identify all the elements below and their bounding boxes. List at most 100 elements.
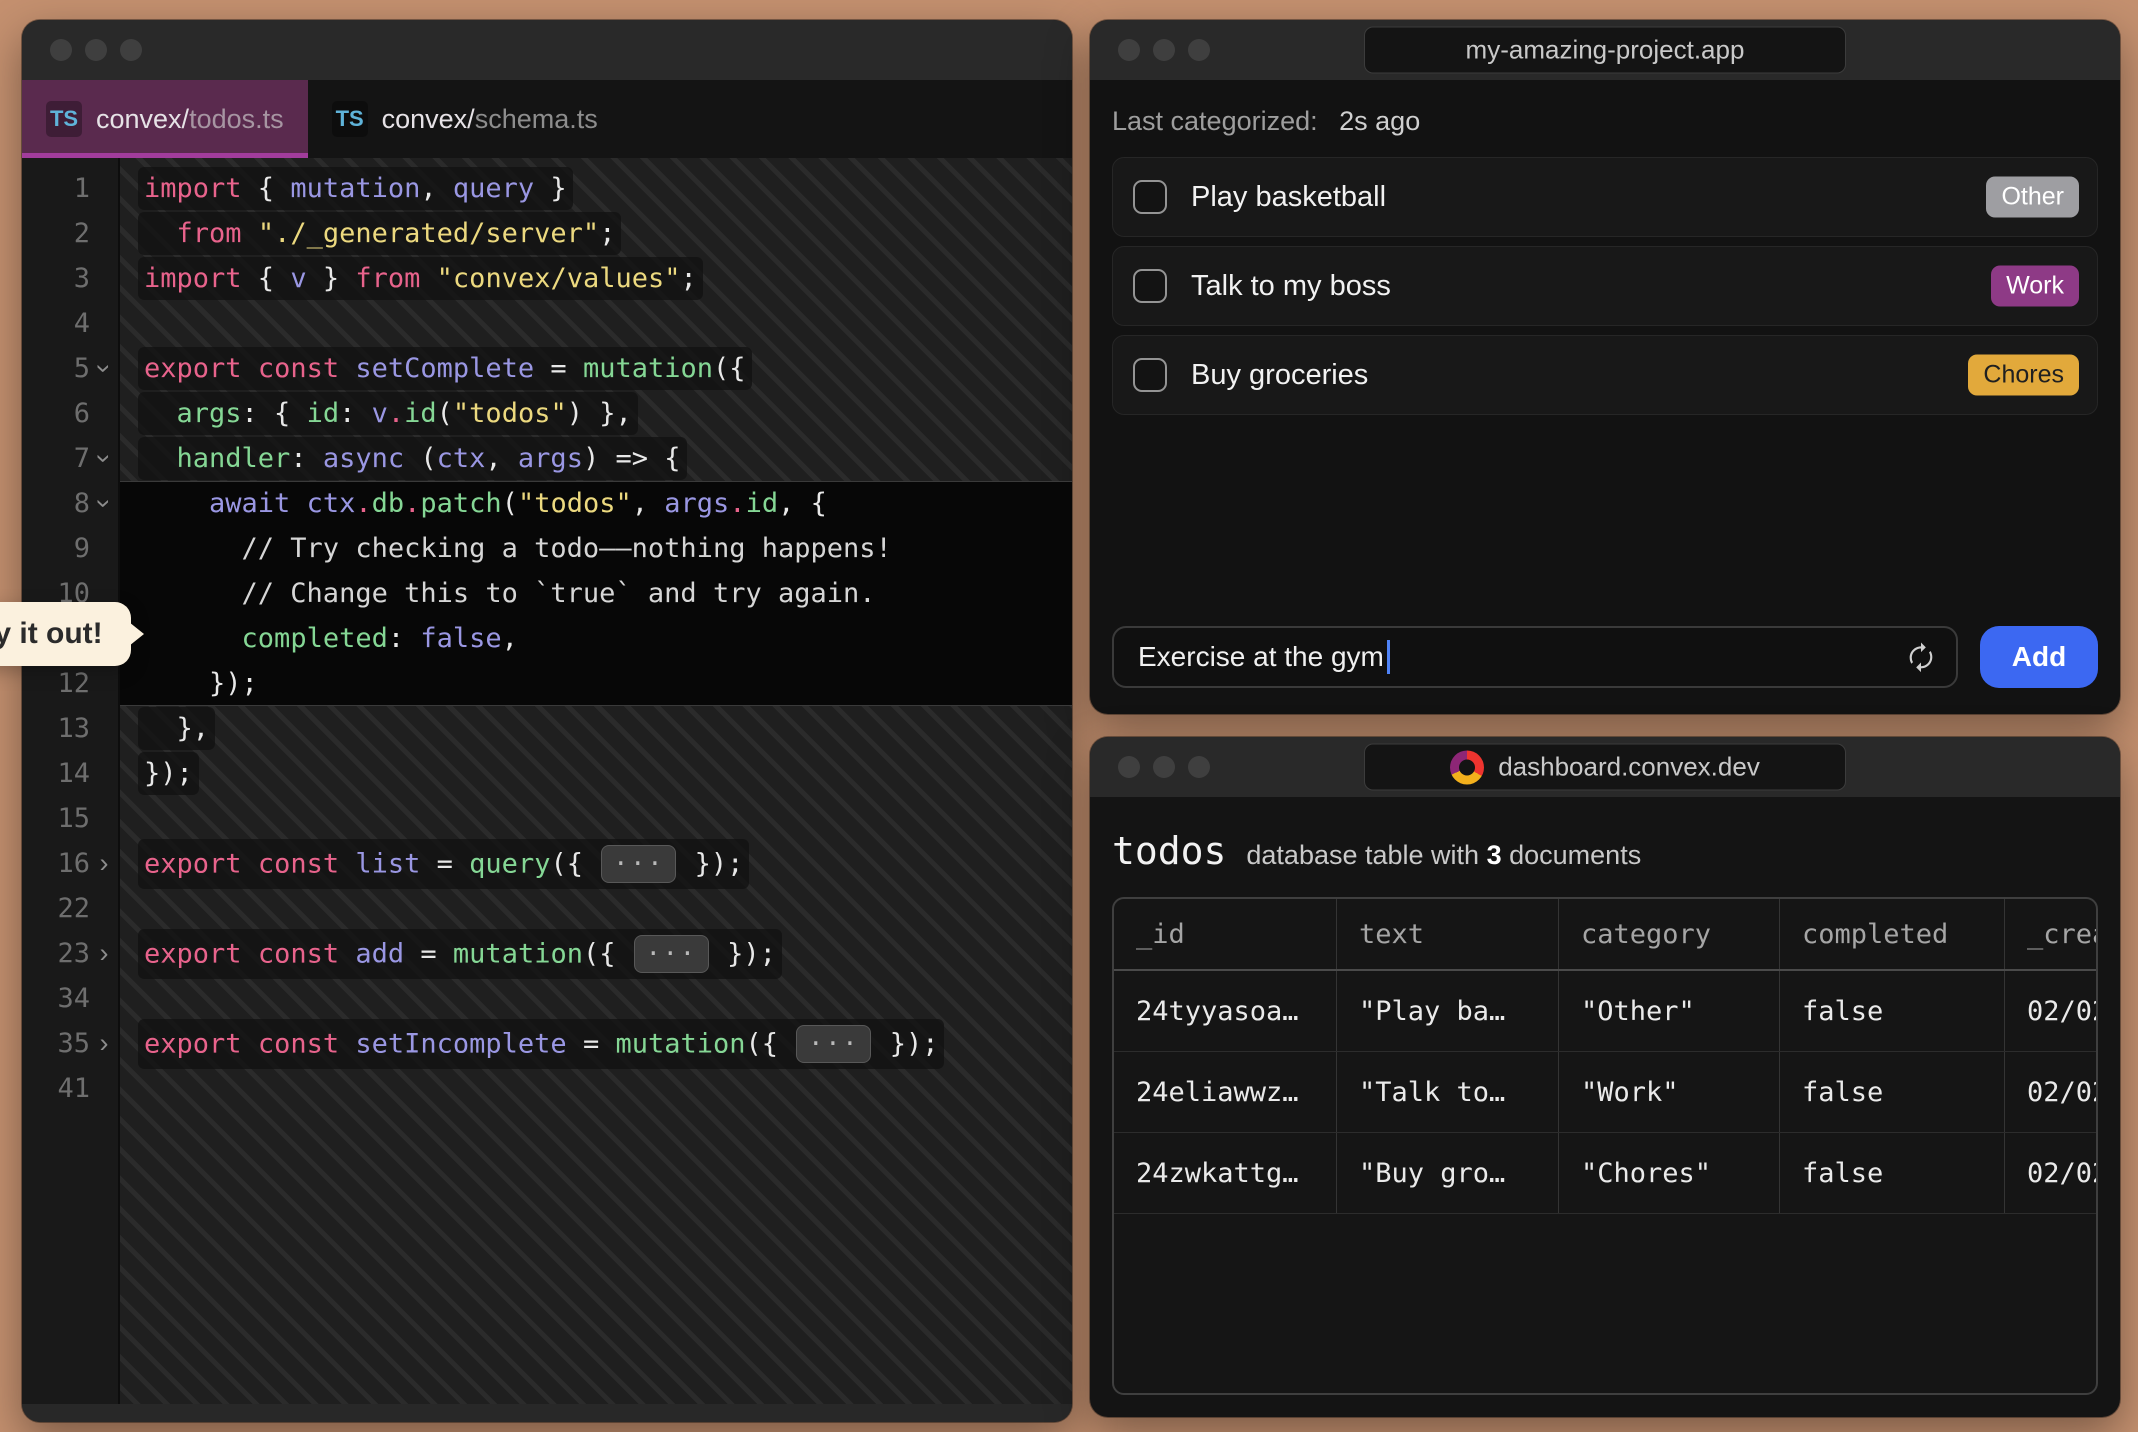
line-number: 16: [22, 848, 90, 879]
table-row[interactable]: 24zwkattg…"Buy gro…"Chores"false02/02/20…: [1114, 1133, 2096, 1214]
code-line: 9 // Try checking a todo——nothing happen…: [22, 526, 1072, 571]
code-text: import { mutation, query }: [144, 173, 567, 204]
code-text: args: { id: v.id("todos") },: [144, 398, 632, 429]
column-header: _id: [1114, 899, 1337, 969]
line-number: 7: [22, 443, 90, 474]
code-line: 5›export const setComplete = mutation({: [22, 346, 1072, 391]
code-text: });: [144, 758, 193, 789]
code-text: export const setIncomplete = mutation({ …: [144, 1025, 938, 1063]
code-line: 23›export const add = mutation({ ··· });: [22, 931, 1072, 976]
column-header: text: [1337, 899, 1559, 969]
table-heading: todos database table with 3 documents: [1112, 829, 2098, 873]
table-cell: false: [1780, 1052, 2005, 1132]
todo-text: Play basketball: [1191, 181, 1386, 214]
dashboard-url: dashboard.convex.dev: [1498, 752, 1760, 783]
column-header: category: [1559, 899, 1780, 969]
last-categorized-label: Last categorized:: [1112, 106, 1318, 136]
fold-open-icon[interactable]: ›: [89, 490, 120, 518]
documents-table[interactable]: _idtextcategorycompleted_creationTime24t…: [1112, 897, 2098, 1395]
code-text: },: [144, 713, 209, 744]
line-number: 4: [22, 308, 90, 339]
app-title: my-amazing-project.app: [1466, 35, 1745, 66]
code-text: completed: false,: [144, 623, 518, 654]
close-window-icon[interactable]: [1118, 39, 1140, 61]
close-window-icon[interactable]: [1118, 756, 1140, 778]
todo-item[interactable]: Talk to my boss Work: [1112, 246, 2098, 326]
line-number: 8: [22, 488, 90, 519]
code-line: 22: [22, 886, 1072, 931]
convex-dashboard-window: dashboard.convex.dev todos database tabl…: [1090, 737, 2120, 1417]
table-cell: 24tyyasoa…: [1114, 971, 1337, 1051]
fold-closed-icon[interactable]: ›: [90, 848, 118, 879]
todo-item[interactable]: Buy groceriesChores: [1112, 335, 2098, 415]
todo-text: Talk to my boss: [1191, 270, 1391, 303]
todo-checkbox[interactable]: [1133, 269, 1167, 303]
new-todo-input[interactable]: Exercise at the gym: [1112, 626, 1958, 688]
close-window-icon[interactable]: [50, 39, 72, 61]
code-text: export const add = mutation({ ··· });: [144, 935, 776, 973]
code-line: 11 completed: false,: [22, 616, 1072, 661]
line-number: 6: [22, 398, 90, 429]
table-empty-area: [1114, 1214, 2096, 1393]
minimize-window-icon[interactable]: [85, 39, 107, 61]
app-title-pill: my-amazing-project.app: [1364, 27, 1846, 74]
table-row[interactable]: 24eliawwz…"Talk to…"Work"false02/02/20…: [1114, 1052, 2096, 1133]
line-number: 41: [22, 1073, 90, 1104]
fold-open-icon[interactable]: ›: [89, 445, 120, 473]
code-line: 16› export const list = query({ ··· });: [22, 841, 1072, 886]
line-number: 9: [22, 533, 90, 564]
code-line: 7› handler: async (ctx, args) => {: [22, 436, 1072, 481]
code-line: 41: [22, 1066, 1072, 1111]
code-text: import { v } from "convex/values";: [144, 263, 697, 294]
last-categorized-status: Last categorized: 2s ago: [1112, 106, 2098, 137]
fold-closed-icon[interactable]: ›: [90, 938, 118, 969]
fold-closed-icon[interactable]: ›: [90, 1028, 118, 1059]
minimize-window-icon[interactable]: [1153, 756, 1175, 778]
line-number: 3: [22, 263, 90, 294]
line-number: 34: [22, 983, 90, 1014]
code-line: 34: [22, 976, 1072, 1021]
try-it-out-tooltip: Try it out!: [0, 602, 131, 666]
editor-statusbar: [22, 1404, 1072, 1422]
table-cell: 02/02/20…: [2005, 971, 2096, 1051]
folded-code-pill[interactable]: ···: [634, 935, 709, 973]
document-count: 3: [1487, 840, 1502, 870]
table-cell: "Chores": [1559, 1133, 1780, 1213]
todo-app-window: my-amazing-project.app Last categorized:…: [1090, 20, 2120, 714]
tab-convex-schema[interactable]: TS convex/schema.ts: [308, 80, 622, 158]
code-line: 2 from "./_generated/server";: [22, 211, 1072, 256]
minimize-window-icon[interactable]: [1153, 39, 1175, 61]
new-todo-row: Exercise at the gym Add: [1112, 626, 2098, 688]
dashboard-url-pill: dashboard.convex.dev: [1364, 744, 1846, 791]
fold-open-icon[interactable]: ›: [89, 355, 120, 383]
code-line: 14});: [22, 751, 1072, 796]
code-area[interactable]: 1import { mutation, query }2 from "./_ge…: [22, 158, 1072, 1404]
convex-logo-icon: [1450, 750, 1484, 784]
code-editor-window: TS convex/todos.ts TS convex/schema.ts 1…: [22, 20, 1072, 1422]
code-lines: 1import { mutation, query }2 from "./_ge…: [22, 166, 1072, 1111]
add-todo-button[interactable]: Add: [1980, 626, 2098, 688]
category-badge: Work: [1991, 266, 2079, 307]
table-cell: "Talk to…: [1337, 1052, 1559, 1132]
table-row[interactable]: 24tyyasoa…"Play ba…"Other"false02/02/20…: [1114, 971, 2096, 1052]
code-line: 13 },: [22, 706, 1072, 751]
code-line: 1import { mutation, query }: [22, 166, 1072, 211]
table-cell: "Other": [1559, 971, 1780, 1051]
typescript-file-icon: TS: [332, 101, 368, 137]
todo-checkbox[interactable]: [1133, 358, 1167, 392]
todo-app-titlebar: my-amazing-project.app: [1090, 20, 2120, 80]
category-badge: Other: [1986, 177, 2079, 218]
maximize-window-icon[interactable]: [1188, 756, 1210, 778]
todo-item[interactable]: Play basketball Other: [1112, 157, 2098, 237]
folded-code-pill[interactable]: ···: [601, 845, 676, 883]
column-header: completed: [1780, 899, 2005, 969]
line-number: 15: [22, 803, 90, 834]
folded-code-pill[interactable]: ···: [796, 1025, 871, 1063]
todo-checkbox[interactable]: [1133, 180, 1167, 214]
code-text: handler: async (ctx, args) => {: [144, 443, 681, 474]
maximize-window-icon[interactable]: [120, 39, 142, 61]
editor-titlebar: [22, 20, 1072, 80]
code-text: export const list = query({ ··· });: [144, 845, 743, 883]
maximize-window-icon[interactable]: [1188, 39, 1210, 61]
tab-convex-todos[interactable]: TS convex/todos.ts: [22, 80, 308, 158]
